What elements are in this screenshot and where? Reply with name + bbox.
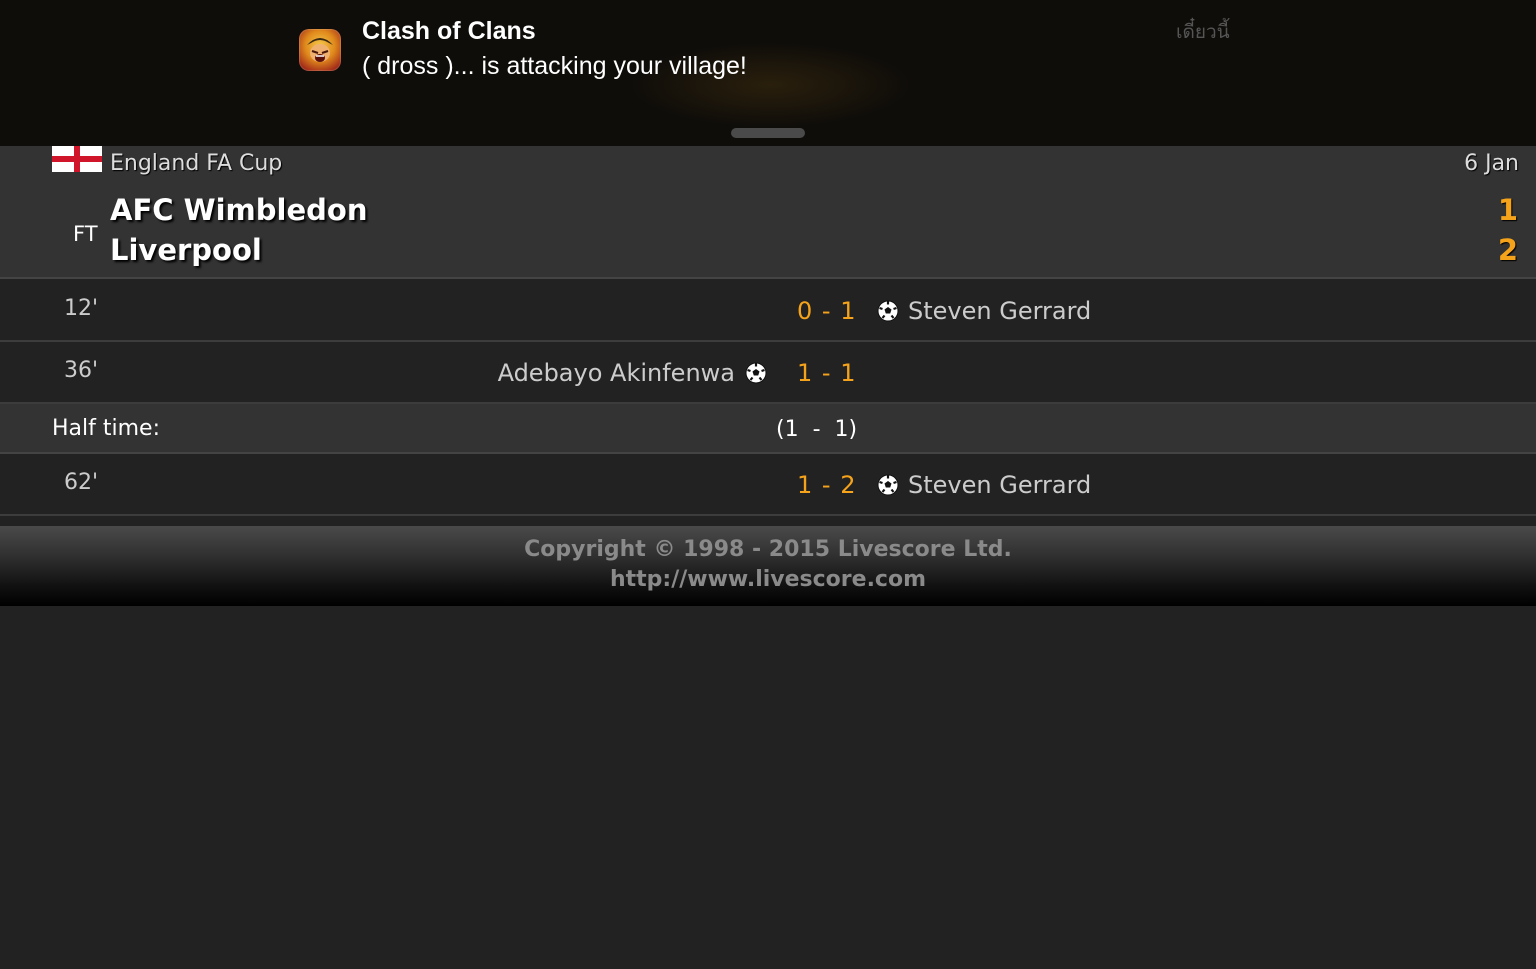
notification-title: Clash of Clans <box>362 17 536 45</box>
goal-event-row: 62' 1 - 2 Steven Gerrard <box>0 454 1536 516</box>
match-header: England FA Cup 6 Jan FT AFC Wimbledon Li… <box>0 146 1536 279</box>
match-date: 6 Jan <box>1464 151 1519 176</box>
event-player-away: Steven Gerrard <box>908 297 1092 325</box>
footer: Copyright © 1998 - 2015 Livescore Ltd. h… <box>0 526 1536 606</box>
competition-name: England FA Cup <box>110 151 283 176</box>
notification-message: ( dross )... is attacking your village! <box>362 52 747 80</box>
away-team-score: 2 <box>1497 233 1518 267</box>
event-minute: 62' <box>64 470 99 495</box>
goal-event-row: 12' 0 - 1 Steven Gerrard <box>0 280 1536 342</box>
footer-copyright: Copyright © 1998 - 2015 Livescore Ltd. <box>524 537 1012 562</box>
event-player-away: Steven Gerrard <box>908 471 1092 499</box>
soccer-ball-icon <box>877 474 899 496</box>
event-minute: 12' <box>64 296 99 321</box>
halftime-label: Half time: <box>52 416 160 441</box>
home-team-name: AFC Wimbledon <box>110 193 368 227</box>
event-score: 0 - 1 <box>797 297 856 325</box>
event-minute: 36' <box>64 358 99 383</box>
event-score: 1 - 1 <box>797 359 856 387</box>
halftime-row: Half time: (1 - 1) <box>0 404 1536 454</box>
soccer-ball-icon <box>877 300 899 322</box>
event-player-home: Adebayo Akinfenwa <box>497 359 735 387</box>
notification-grabber-handle[interactable] <box>731 128 805 138</box>
clash-of-clans-app-icon <box>299 29 341 71</box>
match-status: FT <box>73 222 98 246</box>
footer-link[interactable]: http://www.livescore.com <box>0 565 1536 595</box>
event-score: 1 - 2 <box>797 471 856 499</box>
england-flag-icon <box>52 146 102 172</box>
notification-time: เดี๋ยวนี้ <box>1176 21 1230 43</box>
home-team-score: 1 <box>1497 193 1518 227</box>
away-team-name: Liverpool <box>110 233 262 267</box>
notification-banner[interactable]: Clash of Clans ( dross )... is attacking… <box>0 0 1536 146</box>
halftime-score: (1 - 1) <box>776 417 858 442</box>
soccer-ball-icon <box>745 362 767 384</box>
goal-event-row: 36' Adebayo Akinfenwa 1 - 1 <box>0 342 1536 404</box>
